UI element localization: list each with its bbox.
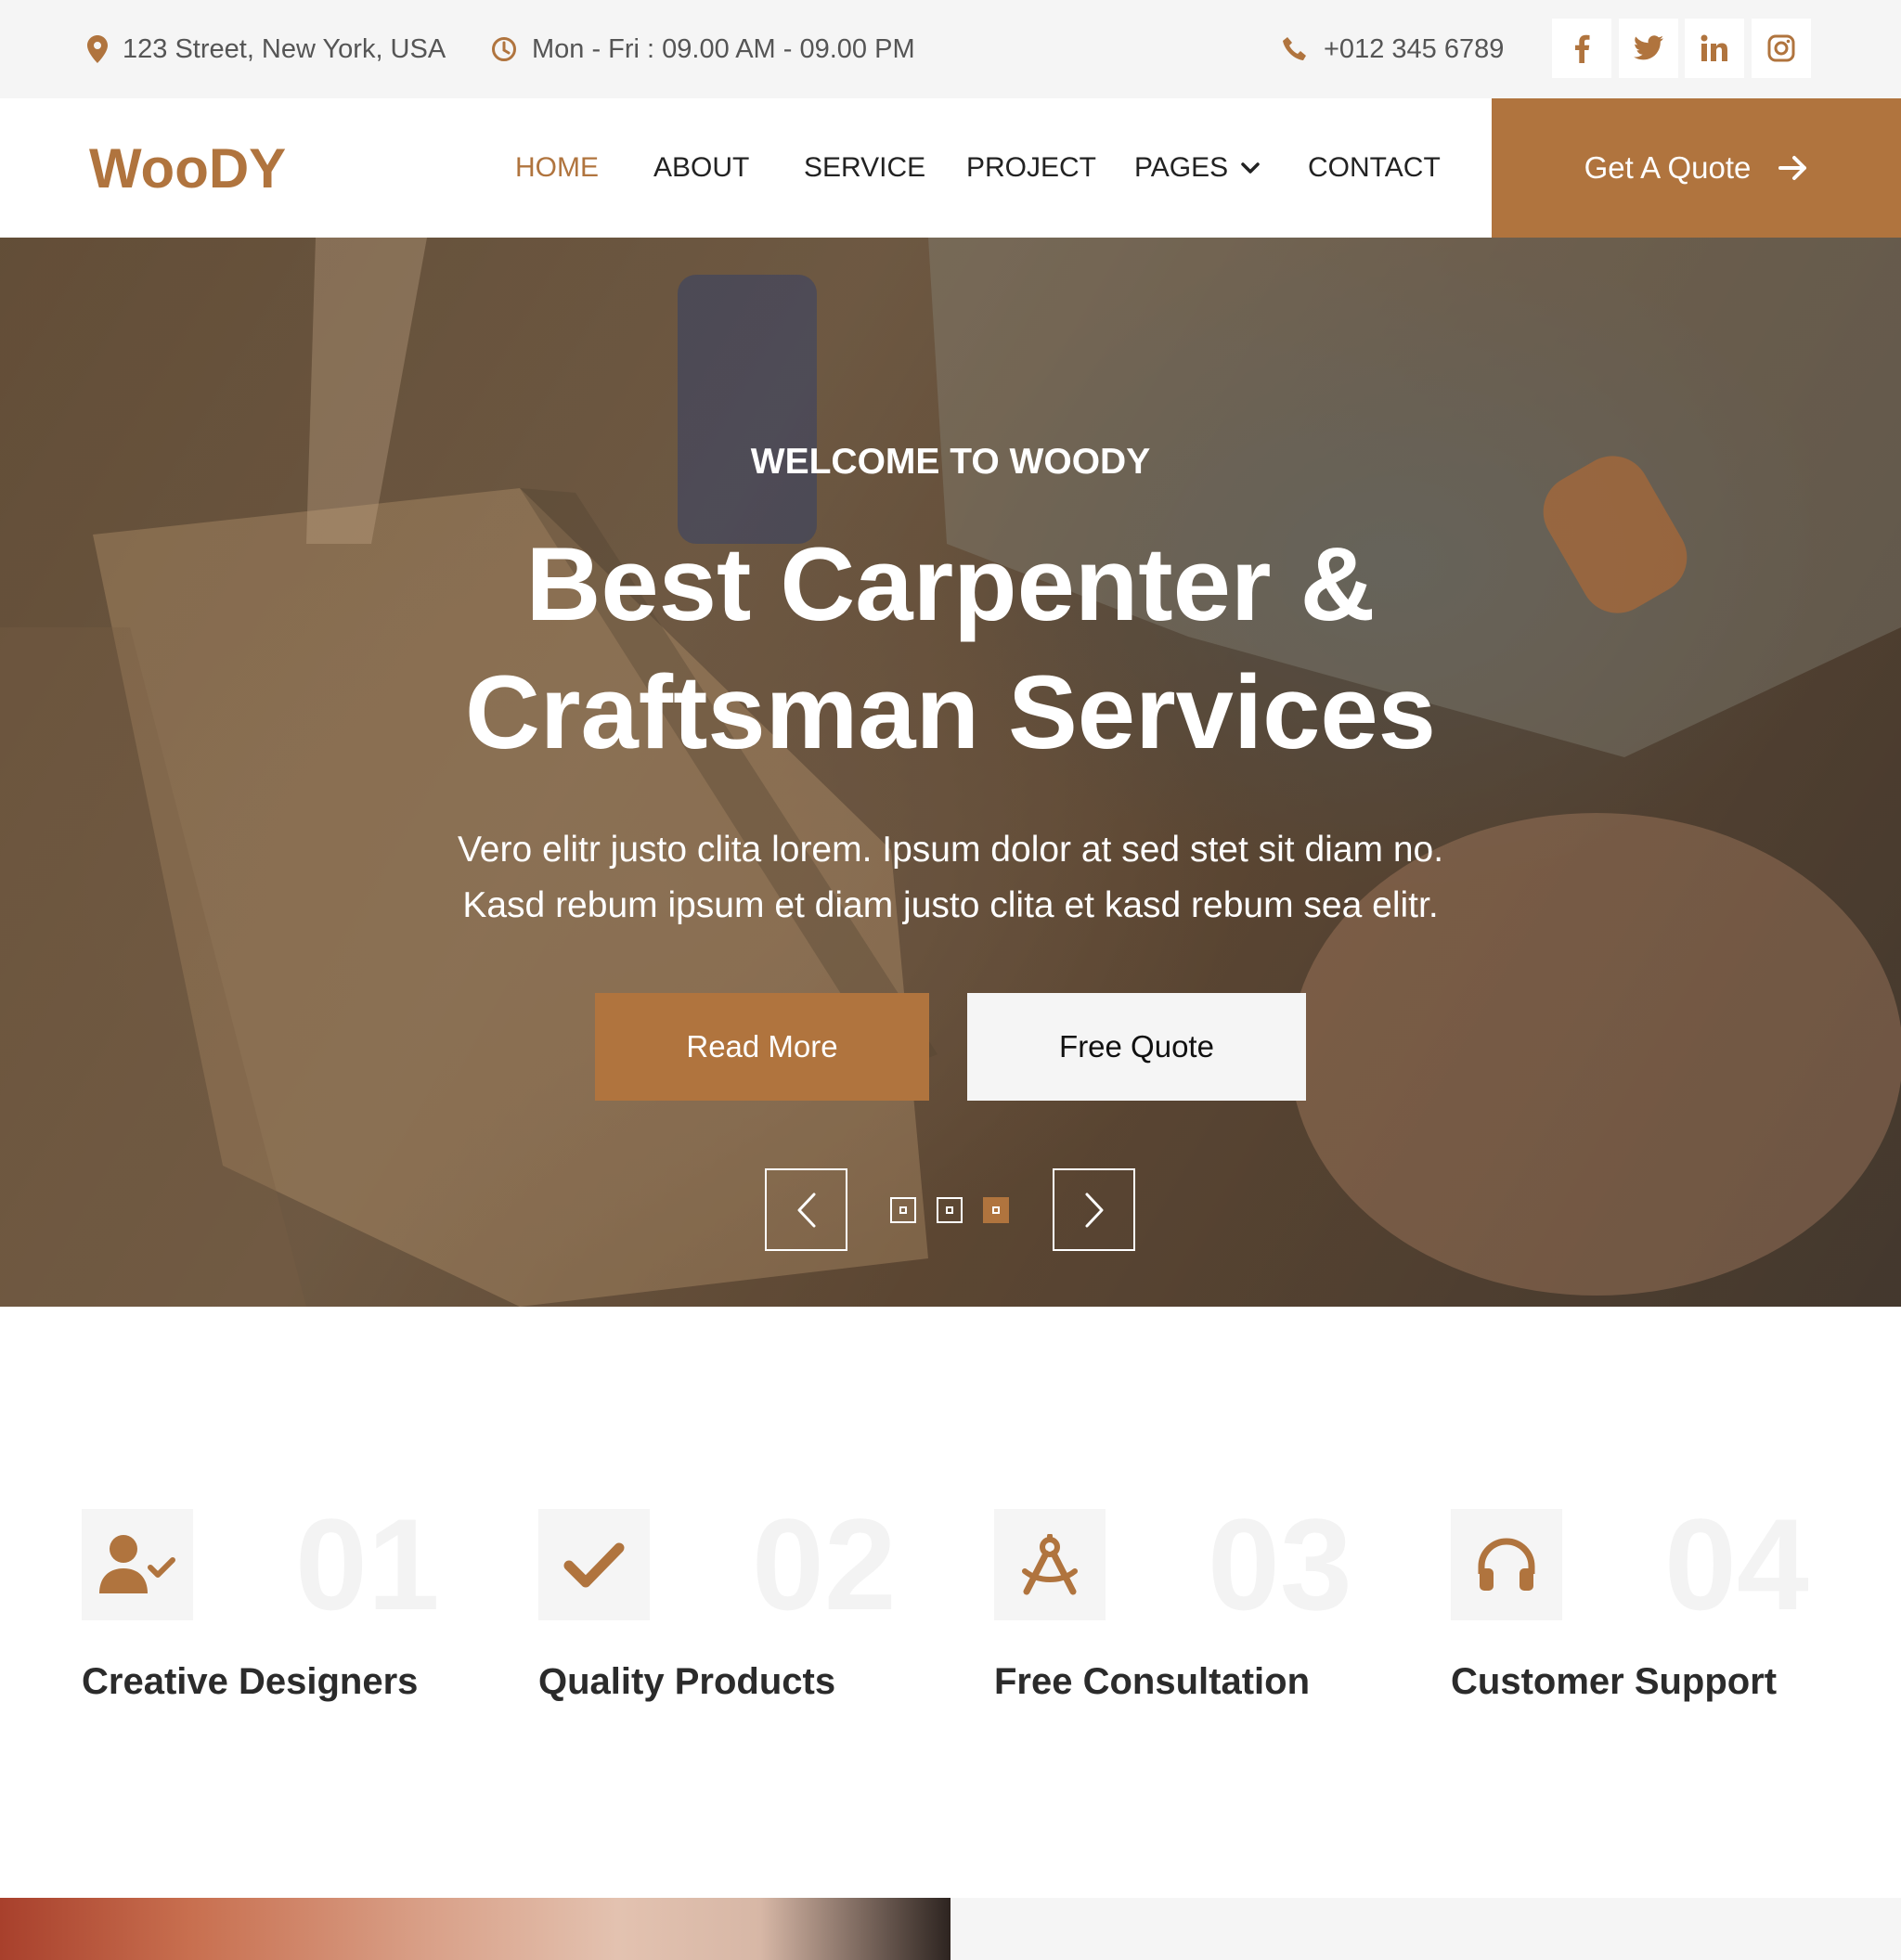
phone-text[interactable]: +012 345 6789 bbox=[1324, 34, 1504, 65]
feature-number: 03 bbox=[1208, 1491, 1352, 1637]
nav-home[interactable]: HOME bbox=[515, 98, 599, 238]
get-a-quote-button[interactable]: Get A Quote bbox=[1492, 98, 1901, 238]
hours-info: Mon - Fri : 09.00 AM - 09.00 PM bbox=[491, 0, 915, 98]
hero-kicker: WELCOME TO WOODY bbox=[750, 442, 1151, 482]
hours-text: Mon - Fri : 09.00 AM - 09.00 PM bbox=[532, 33, 915, 64]
nav-project[interactable]: PROJECT bbox=[966, 98, 1096, 238]
linkedin-icon bbox=[1701, 34, 1727, 61]
topbar: 123 Street, New York, USA Mon - Fri : 09… bbox=[0, 0, 1901, 98]
carousel-next-button[interactable] bbox=[1053, 1168, 1135, 1251]
hero-title-line-1: Best Carpenter & bbox=[525, 526, 1376, 642]
drafting-compass-icon bbox=[1022, 1534, 1078, 1595]
check-icon bbox=[563, 1542, 625, 1588]
feature-item: 03 Free Consultation bbox=[994, 1500, 1393, 1713]
nav-service[interactable]: SERVICE bbox=[804, 98, 925, 238]
carousel-dot-inner bbox=[899, 1206, 907, 1214]
about-section-image bbox=[0, 1898, 950, 1960]
hero-description-line-2: Kasd rebum ipsum et diam justo clita et … bbox=[462, 885, 1439, 925]
hero-carousel: WELCOME TO WOODY Best Carpenter & Crafts… bbox=[0, 238, 1901, 1307]
free-quote-button[interactable]: Free Quote bbox=[967, 993, 1306, 1101]
feature-icon-box bbox=[994, 1509, 1106, 1620]
feature-item: 02 Quality Products bbox=[538, 1500, 938, 1713]
nav-about[interactable]: ABOUT bbox=[653, 98, 749, 238]
feature-icon-box bbox=[82, 1509, 193, 1620]
twitter-button[interactable] bbox=[1619, 19, 1678, 78]
nav-contact[interactable]: CONTACT bbox=[1308, 98, 1441, 238]
chevron-down-icon bbox=[1241, 162, 1260, 174]
carousel-dot-2[interactable] bbox=[937, 1197, 963, 1223]
phone-icon bbox=[1283, 37, 1306, 60]
hero-title: Best Carpenter & Craftsman Services bbox=[0, 521, 1901, 777]
hero-title-line-2: Craftsman Services bbox=[465, 654, 1436, 770]
carousel-dot-1[interactable] bbox=[890, 1197, 916, 1223]
headphones-icon bbox=[1478, 1538, 1535, 1591]
feature-number: 01 bbox=[295, 1491, 440, 1637]
arrow-right-icon bbox=[1778, 156, 1807, 180]
carousel-dot-inner bbox=[946, 1206, 953, 1214]
navbar: WooDY HOME ABOUT SERVICE PROJECT PAGES C… bbox=[0, 98, 1901, 238]
clock-icon bbox=[492, 37, 516, 61]
nav-pages-label: PAGES bbox=[1134, 152, 1229, 183]
get-a-quote-label: Get A Quote bbox=[1584, 150, 1752, 185]
feature-title: Creative Designers bbox=[82, 1661, 419, 1702]
address-info: 123 Street, New York, USA bbox=[87, 0, 446, 98]
chevron-right-icon bbox=[1085, 1193, 1103, 1227]
logo[interactable]: WooDY bbox=[89, 98, 286, 238]
carousel-dot-inner bbox=[992, 1206, 1000, 1214]
about-section-panel bbox=[950, 1898, 1901, 1960]
hero-description: Vero elitr justo clita lorem. Ipsum dolo… bbox=[0, 822, 1901, 934]
feature-item: 04 Customer Support bbox=[1451, 1500, 1850, 1713]
chevron-left-icon bbox=[797, 1193, 815, 1227]
instagram-icon bbox=[1767, 34, 1795, 62]
linkedin-button[interactable] bbox=[1685, 19, 1744, 78]
address-text: 123 Street, New York, USA bbox=[123, 33, 446, 64]
feature-icon-box bbox=[1451, 1509, 1562, 1620]
feature-title: Free Consultation bbox=[994, 1661, 1311, 1702]
instagram-button[interactable] bbox=[1752, 19, 1811, 78]
feature-icon-box bbox=[538, 1509, 650, 1620]
facebook-button[interactable] bbox=[1552, 19, 1611, 78]
feature-item: 01 Creative Designers bbox=[82, 1500, 481, 1713]
feature-number: 02 bbox=[752, 1491, 897, 1637]
hero-description-line-1: Vero elitr justo clita lorem. Ipsum dolo… bbox=[457, 830, 1444, 870]
feature-title: Quality Products bbox=[538, 1661, 836, 1702]
map-marker-icon bbox=[87, 35, 108, 63]
read-more-button[interactable]: Read More bbox=[595, 993, 929, 1101]
facebook-icon bbox=[1575, 34, 1590, 63]
carousel-dot-3[interactable] bbox=[983, 1197, 1009, 1223]
phone-info: +012 345 6789 bbox=[1281, 0, 1504, 98]
feature-number: 04 bbox=[1664, 1491, 1809, 1637]
feature-title: Customer Support bbox=[1451, 1661, 1778, 1702]
user-check-icon bbox=[99, 1535, 175, 1593]
carousel-prev-button[interactable] bbox=[765, 1168, 847, 1251]
twitter-icon bbox=[1634, 35, 1663, 60]
nav-pages-dropdown[interactable]: PAGES bbox=[1134, 98, 1260, 238]
